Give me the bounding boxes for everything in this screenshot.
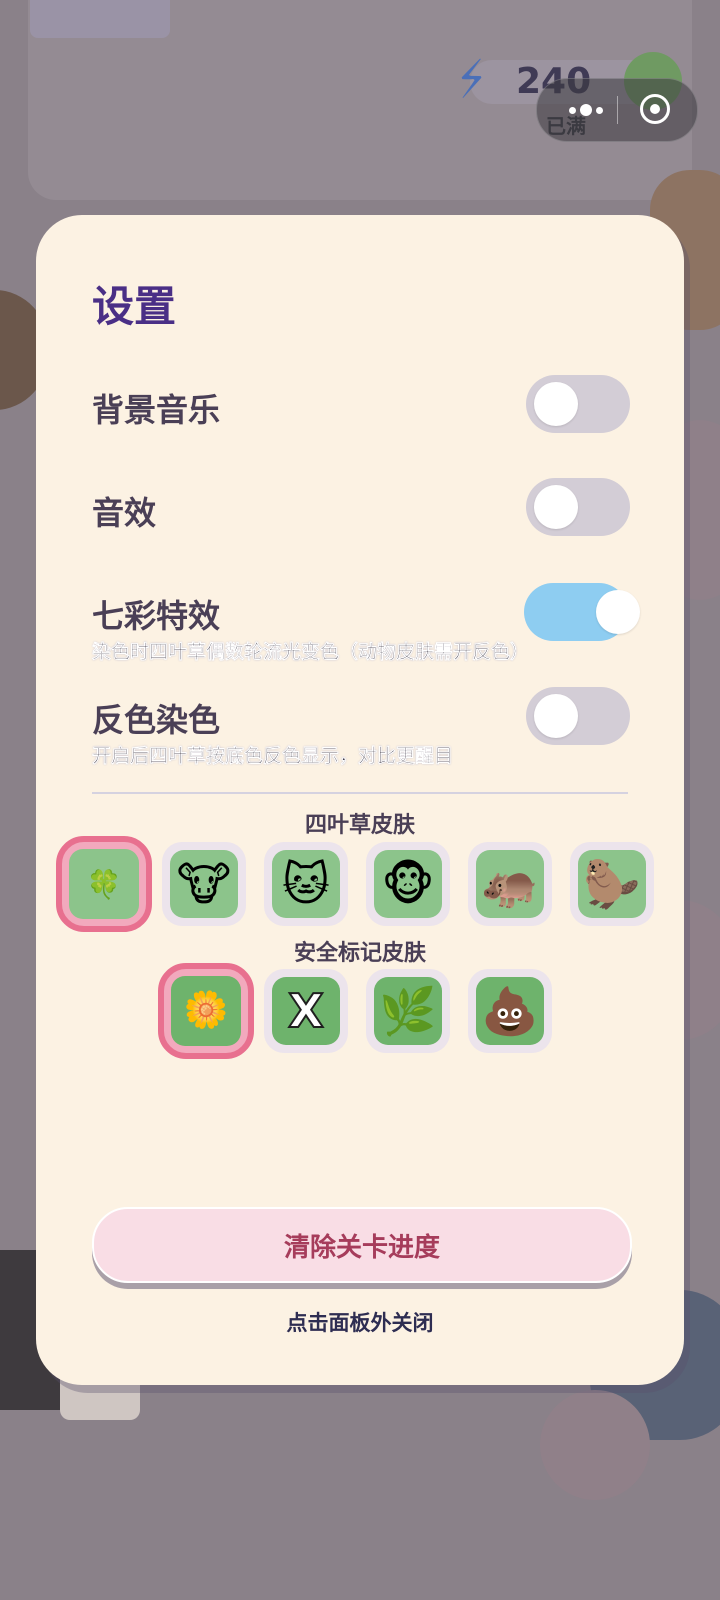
toggle-knob (596, 590, 640, 634)
close-target-icon[interactable] (640, 94, 670, 124)
clover-skin-option-cat[interactable]: 🐱 (264, 842, 348, 926)
safe-mark-skin-title: 安全标记皮肤 (293, 941, 426, 966)
bg-decoration (540, 1390, 650, 1500)
bg-tab (30, 0, 170, 38)
safe-mark-option-x[interactable]: X (264, 969, 348, 1053)
sfx-toggle[interactable] (526, 478, 630, 536)
miniprogram-capsule (536, 78, 698, 142)
skin-inner: X (272, 977, 340, 1045)
capybara-icon: 🦫 (583, 857, 641, 911)
clover-skin-title: 四叶草皮肤 (304, 813, 415, 838)
setting-desc-rainbow: 染色时四叶草偶数轮流光变色（动物皮肤需开反色） (92, 641, 530, 663)
skin-inner: 💩 (476, 977, 544, 1045)
clover-skin-option-hippo[interactable]: 🦛 (468, 842, 552, 926)
skin-inner: 🍀 (69, 849, 139, 919)
monkey-icon: 🐵 (381, 857, 435, 911)
clover-skin-option-capybara[interactable]: 🦫 (570, 842, 654, 926)
hippo-icon: 🦛 (481, 857, 539, 911)
clover-skin-option-clover[interactable]: 🍀 (56, 836, 152, 932)
setting-label-invert: 反色染色 (92, 701, 221, 739)
x-mark-icon: X (287, 983, 324, 1039)
close-hint: 点击面板外关闭 (286, 1311, 434, 1335)
invert-toggle[interactable] (526, 687, 630, 745)
safe-mark-option-grass[interactable]: 🌿 (366, 969, 450, 1053)
skin-inner: 🌿 (374, 977, 442, 1045)
flower-icon: 🌼 (183, 990, 229, 1031)
skin-inner: 🐵 (374, 850, 442, 918)
cat-icon: 🐱 (282, 857, 330, 911)
grass-icon: 🌿 (379, 984, 437, 1038)
skin-inner: 🐱 (272, 850, 340, 918)
divider (92, 792, 628, 794)
settings-panel: 设置 背景音乐 音效 七彩特效 染色时四叶草偶数轮流光变色（动物皮肤需开反色） … (36, 215, 684, 1385)
panel-title: 设置 (92, 282, 177, 331)
poop-icon: 💩 (481, 984, 539, 1038)
cow-icon: 🐮 (176, 857, 232, 911)
safe-mark-option-flower[interactable]: 🌼 (158, 963, 254, 1059)
skin-inner: 🐮 (170, 850, 238, 918)
clover-icon: 🍀 (86, 867, 122, 901)
clover-skin-option-cow[interactable]: 🐮 (162, 842, 246, 926)
toggle-knob (534, 485, 578, 529)
skin-inner: 🌼 (171, 976, 241, 1046)
setting-label-bgm: 背景音乐 (92, 391, 221, 429)
clear-progress-button[interactable]: 清除关卡进度 (92, 1207, 632, 1283)
bgm-toggle[interactable] (526, 375, 630, 433)
setting-label-rainbow: 七彩特效 (92, 597, 221, 635)
clover-skin-option-monkey[interactable]: 🐵 (366, 842, 450, 926)
toggle-knob (534, 694, 578, 738)
setting-label-sfx: 音效 (92, 494, 157, 532)
more-icon[interactable] (555, 79, 617, 141)
lightning-icon: ⚡ (449, 49, 495, 111)
rainbow-toggle[interactable] (524, 583, 640, 641)
safe-mark-option-poop[interactable]: 💩 (468, 969, 552, 1053)
toggle-knob (534, 382, 578, 426)
skin-inner: 🦛 (476, 850, 544, 918)
capsule-divider (617, 96, 618, 124)
skin-inner: 🦫 (578, 850, 646, 918)
setting-desc-invert: 开启后四叶草按底色反色显示，对比更醒目 (92, 745, 454, 767)
